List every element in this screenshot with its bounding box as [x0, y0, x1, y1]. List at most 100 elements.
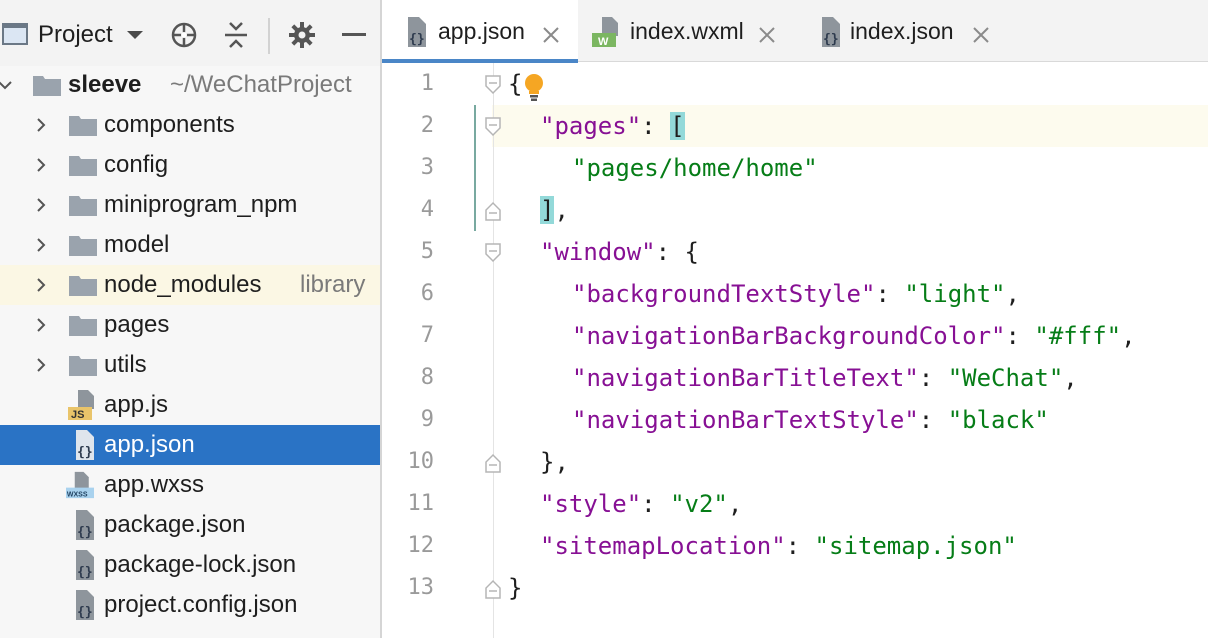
tree-item-file[interactable]: {} package.json: [0, 505, 381, 545]
fold-collapse-icon[interactable]: [483, 74, 503, 96]
minimize-icon[interactable]: [338, 18, 370, 52]
json-key: "backgroundTextStyle": [572, 280, 876, 308]
vcs-change-marker[interactable]: [474, 105, 476, 231]
line-number: 3: [420, 155, 434, 180]
tree-item-file[interactable]: {} package-lock.json: [0, 545, 381, 585]
folder-icon: [69, 276, 97, 296]
chevron-right-icon[interactable]: [34, 118, 48, 132]
code-punct: ,: [1063, 364, 1078, 392]
close-icon[interactable]: [542, 26, 560, 44]
tree-item-file[interactable]: {} project.config.json: [0, 585, 381, 625]
tree-item-folder[interactable]: miniprogram_npm: [0, 185, 381, 225]
close-icon[interactable]: [758, 26, 776, 44]
code-line-2[interactable]: "pages": [: [540, 105, 685, 147]
svg-text:JS: JS: [71, 409, 84, 421]
tree-item-label: utils: [104, 351, 147, 378]
caret-row-highlight: [382, 105, 1208, 147]
crosshair-icon[interactable]: [168, 18, 200, 52]
chevron-right-icon[interactable]: [34, 198, 48, 212]
chevron-right-icon[interactable]: [34, 278, 48, 292]
code-line-7[interactable]: "navigationBarBackgroundColor": "#fff",: [572, 315, 1136, 357]
tab-label: index.wxml: [630, 17, 744, 44]
code-line-10[interactable]: },: [540, 441, 569, 483]
tree-item-label: app.js: [104, 391, 169, 418]
chevron-right-icon[interactable]: [34, 158, 48, 172]
code-punct: :: [918, 406, 948, 434]
folder-icon: [69, 356, 97, 376]
tab-index-wxml[interactable]: W index.wxml: [578, 0, 802, 62]
code-punct: ,: [1121, 322, 1136, 350]
line-number: 5: [420, 239, 434, 264]
tab-index-json[interactable]: {} index.json: [802, 0, 1012, 62]
chevron-right-icon[interactable]: [34, 318, 48, 332]
matched-bracket: [: [670, 112, 685, 140]
json-key: "navigationBarTextStyle": [572, 406, 919, 434]
code-line-11[interactable]: "style": "v2",: [540, 483, 742, 525]
svg-text:W: W: [598, 36, 609, 48]
code-line-9[interactable]: "navigationBarTextStyle": "black": [572, 399, 1049, 441]
tree-item-folder-library[interactable]: node_modules library: [0, 265, 381, 305]
wxss-file-icon: WXSS: [66, 471, 94, 498]
code-punct: : {: [655, 238, 699, 266]
chevron-down-icon[interactable]: [0, 78, 12, 92]
code-line-4[interactable]: ],: [540, 189, 569, 231]
code-line-12[interactable]: "sitemapLocation": "sitemap.json": [540, 525, 1017, 567]
tree-item-folder[interactable]: pages: [0, 305, 381, 345]
tree-item-folder[interactable]: utils: [0, 345, 381, 385]
json-string: "sitemap.json": [814, 532, 1017, 560]
code-punct: },: [540, 448, 569, 476]
code-line-6[interactable]: "backgroundTextStyle": "light",: [572, 273, 1020, 315]
editor-tab-bar: {} app.json W index.wxml {} index.json: [382, 0, 1208, 63]
tab-label: app.json: [438, 17, 525, 44]
tree-item-label: package-lock.json: [104, 551, 297, 578]
json-key: "style": [540, 490, 642, 518]
tree-item-file[interactable]: WXSS app.wxss: [0, 465, 381, 505]
fold-collapse-icon[interactable]: [483, 116, 503, 138]
tree-item-file-selected[interactable]: {} app.json: [0, 425, 381, 465]
json-key: "navigationBarBackgroundColor": [572, 322, 1006, 350]
line-number: 9: [420, 407, 434, 432]
code-line-3[interactable]: "pages/home/home": [572, 147, 818, 189]
project-view-title[interactable]: Project: [38, 20, 113, 50]
folder-icon: [69, 316, 97, 336]
line-number: 7: [420, 323, 434, 348]
tree-item-folder[interactable]: model: [0, 225, 381, 265]
gear-icon[interactable]: [286, 18, 318, 52]
tree-item-label: package.json: [104, 511, 246, 538]
line-number: 1: [420, 71, 434, 96]
fold-collapse-icon[interactable]: [483, 242, 503, 264]
close-icon[interactable]: [972, 26, 990, 44]
chevron-right-icon[interactable]: [34, 358, 48, 372]
fold-end-icon[interactable]: [483, 578, 503, 600]
code-line-5[interactable]: "window": {: [540, 231, 699, 273]
tree-item-folder[interactable]: components: [0, 105, 381, 145]
json-file-icon: {}: [76, 590, 94, 620]
code-line-13[interactable]: }: [508, 567, 522, 609]
gutter-border: [493, 63, 494, 638]
json-file-icon: {}: [76, 550, 94, 580]
collapse-all-icon[interactable]: [220, 18, 252, 52]
chevron-right-icon[interactable]: [34, 238, 48, 252]
tree-item-label: node_modules: [104, 271, 262, 298]
code-punct: ,: [727, 490, 743, 518]
line-number: 4: [420, 197, 434, 222]
tree-item-folder[interactable]: config: [0, 145, 381, 185]
json-key: "window": [540, 238, 656, 266]
chevron-down-icon[interactable]: [126, 20, 144, 50]
project-tool-window: Project sleeve ~/WeChatProject component…: [0, 0, 381, 638]
intention-bulb-icon[interactable]: [521, 72, 547, 102]
json-file-icon: {}: [822, 17, 840, 47]
fold-end-icon[interactable]: [483, 200, 503, 222]
json-key: "sitemapLocation": [540, 532, 786, 560]
json-file-icon: {}: [76, 430, 94, 460]
fold-end-icon[interactable]: [483, 452, 503, 474]
tab-app-json[interactable]: {} app.json: [382, 0, 578, 63]
tree-item-label: app.wxss: [104, 471, 205, 498]
line-number: 2: [420, 113, 434, 138]
svg-text:{}: {}: [77, 525, 93, 540]
svg-text:{}: {}: [77, 605, 93, 620]
code-line-8[interactable]: "navigationBarTitleText": "WeChat",: [572, 357, 1078, 399]
tree-item-file[interactable]: JS app.js: [0, 385, 381, 425]
tree-root-sleeve[interactable]: sleeve ~/WeChatProject: [0, 65, 381, 105]
code-punct: :: [875, 280, 905, 308]
